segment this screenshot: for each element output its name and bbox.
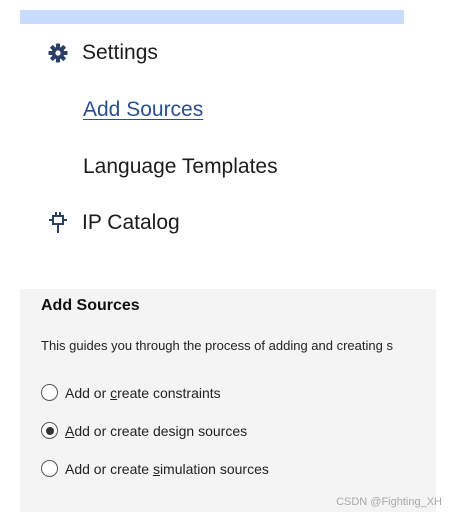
label-part: imulation sources — [159, 460, 269, 477]
flow-navigator-screenshot: Settings Add Sources Language Templates … — [0, 0, 456, 519]
nav-item-ip-catalog[interactable]: IP Catalog — [46, 208, 456, 238]
gear-icon — [46, 41, 70, 65]
radio-label-design-sources: Add or create design sources — [65, 423, 247, 439]
label-part: Add or — [65, 384, 111, 401]
panel-description: This guides you through the process of a… — [41, 338, 393, 353]
label-part: Add or create — [65, 460, 153, 477]
language-templates-label: Language Templates — [83, 155, 278, 178]
radio-option-simulation-sources[interactable]: Add or create simulation sources — [41, 460, 269, 477]
nav-item-language-templates[interactable]: Language Templates — [83, 152, 456, 182]
radio-button-simulation-sources[interactable] — [41, 460, 58, 477]
ip-catalog-icon — [46, 211, 70, 235]
radio-label-constraints: Add or create constraints — [65, 385, 221, 401]
nav-item-settings-label: Settings — [82, 41, 158, 64]
radio-option-design-sources[interactable]: Add or create design sources — [41, 422, 247, 439]
watermark-text: CSDN @Fighting_XH — [336, 496, 442, 508]
add-sources-link[interactable]: Add Sources — [83, 98, 203, 122]
label-part: dd or create design sources — [74, 422, 248, 439]
radio-button-design-sources[interactable] — [41, 422, 58, 439]
mnemonic-letter: s — [152, 460, 160, 477]
mnemonic-letter: A — [65, 422, 75, 439]
radio-label-simulation-sources: Add or create simulation sources — [65, 461, 269, 477]
nav-item-add-sources[interactable]: Add Sources — [83, 95, 456, 125]
radio-button-constraints[interactable] — [41, 384, 58, 401]
label-part: reate constraints — [117, 384, 221, 401]
selected-row-highlight — [20, 10, 404, 24]
add-sources-tooltip-panel: Add Sources This guides you through the … — [20, 289, 436, 512]
radio-option-constraints[interactable]: Add or create constraints — [41, 384, 221, 401]
nav-item-settings[interactable]: Settings — [46, 38, 456, 68]
panel-title: Add Sources — [41, 297, 140, 314]
ip-catalog-label: IP Catalog — [82, 211, 180, 234]
